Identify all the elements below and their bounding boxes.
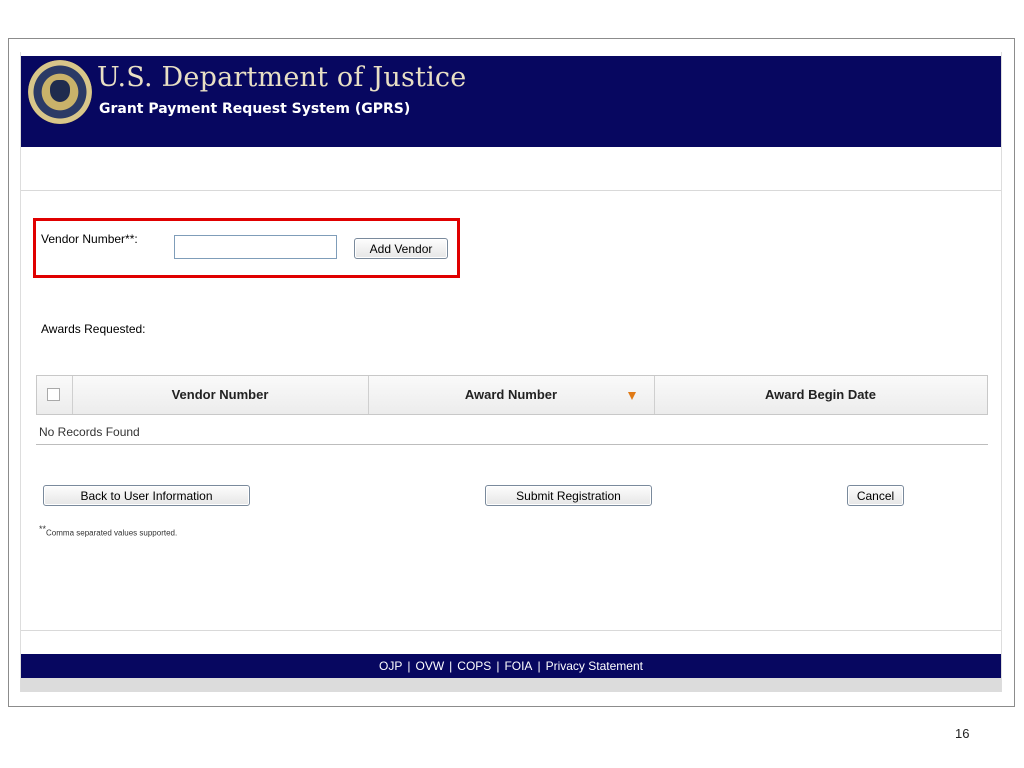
footer-separator: |	[449, 659, 453, 673]
column-award-begin-date[interactable]: Award Begin Date	[654, 376, 987, 414]
footer-separator: |	[537, 659, 541, 673]
select-column	[37, 376, 73, 414]
vendor-number-input[interactable]	[174, 235, 337, 259]
department-title: U.S. Department of Justice	[97, 62, 467, 93]
footer-link-ovw[interactable]: OVW	[416, 659, 445, 673]
system-subtitle: Grant Payment Request System (GPRS)	[99, 101, 411, 117]
column-award-number-label: Award Number	[464, 387, 558, 402]
footer-bottom-bar	[21, 678, 1001, 692]
divider	[21, 190, 1001, 191]
column-award-number[interactable]: Award Number	[368, 376, 655, 414]
awards-table-header: Vendor Number Award Number Award Begin D…	[36, 375, 988, 415]
column-vendor-number[interactable]: Vendor Number	[72, 376, 369, 414]
add-vendor-button[interactable]: Add Vendor	[354, 238, 448, 259]
back-to-user-information-button[interactable]: Back to User Information	[43, 485, 250, 506]
footer-separator: |	[496, 659, 500, 673]
footer-link-privacy-statement[interactable]: Privacy Statement	[546, 659, 643, 673]
vendor-number-label: Vendor Number**:	[41, 232, 138, 246]
submit-registration-button[interactable]: Submit Registration	[485, 485, 652, 506]
awards-requested-label: Awards Requested:	[41, 322, 146, 336]
no-records-message: No Records Found	[39, 425, 140, 439]
footer-link-ojp[interactable]: OJP	[379, 659, 402, 673]
table-bottom-divider	[36, 444, 988, 445]
footer-link-foia[interactable]: FOIA	[504, 659, 532, 673]
app-window: U.S. Department of Justice Grant Payment…	[20, 52, 1002, 692]
app-header: U.S. Department of Justice Grant Payment…	[21, 56, 1001, 147]
footer-separator: |	[407, 659, 411, 673]
footnote: **Comma separated values supported.	[39, 524, 177, 538]
footnote-text: Comma separated values supported.	[46, 528, 178, 538]
select-all-checkbox[interactable]	[47, 388, 60, 401]
app-footer: OJP | OVW | COPS | FOIA | Privacy Statement	[21, 654, 1001, 692]
divider	[21, 630, 1001, 631]
footer-link-cops[interactable]: COPS	[457, 659, 491, 673]
slide-page-number: 16	[955, 726, 970, 741]
doj-seal-icon	[28, 60, 92, 124]
cancel-button[interactable]: Cancel	[847, 485, 904, 506]
sort-descending-icon[interactable]	[628, 392, 636, 400]
footnote-marker: **	[39, 524, 47, 534]
